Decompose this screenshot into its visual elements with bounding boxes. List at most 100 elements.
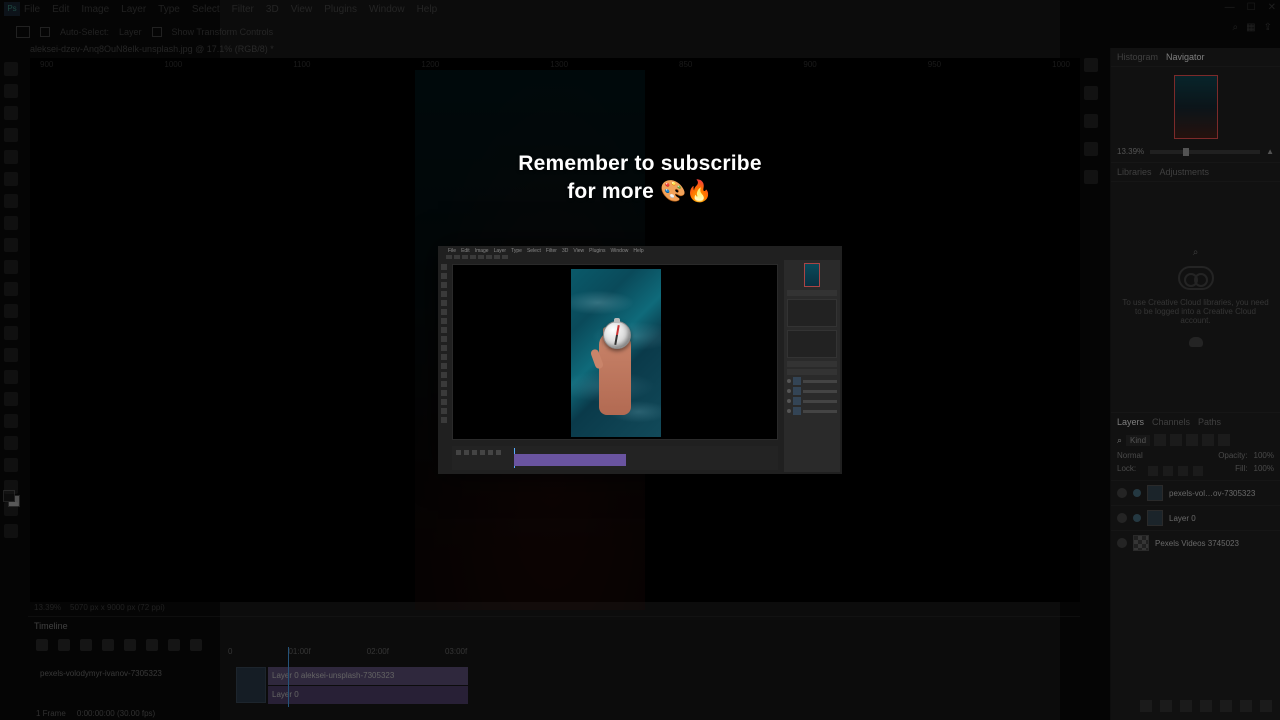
menu-filter[interactable]: Filter [232, 4, 254, 15]
eraser-tool[interactable] [4, 304, 18, 318]
menu-3d[interactable]: 3D [266, 4, 279, 15]
share-icon[interactable]: ⇪ [1264, 22, 1272, 33]
heal-tool[interactable] [4, 216, 18, 230]
foreground-swatch[interactable] [3, 490, 15, 502]
color-panel-icon[interactable] [1084, 58, 1098, 72]
filter-kind[interactable]: Kind [1126, 435, 1150, 446]
blur-tool[interactable] [4, 348, 18, 362]
settings-icon[interactable] [146, 639, 158, 651]
track-label[interactable]: pexels-volodymyr-ivanov-7305323 [36, 667, 1070, 680]
split-icon[interactable] [168, 639, 180, 651]
minimize-icon[interactable]: — [1225, 2, 1235, 13]
timeline-clip[interactable]: Layer 0 [268, 686, 468, 704]
menu-window[interactable]: Window [369, 4, 405, 15]
home-icon[interactable] [16, 26, 30, 38]
document-tab[interactable]: aleksei-dzev-Anq8OuN8elk-unsplash.jpg @ … [30, 44, 274, 54]
adjustment-icon[interactable] [1200, 700, 1212, 712]
edit-toolbar[interactable] [4, 524, 18, 538]
navigator-thumb[interactable] [1174, 75, 1218, 139]
mask-icon[interactable] [1180, 700, 1192, 712]
tab-layers[interactable]: Layers [1117, 417, 1144, 427]
type-tool[interactable] [4, 414, 18, 428]
menu-type[interactable]: Type [158, 4, 180, 15]
filter-pixel-icon[interactable] [1154, 434, 1166, 446]
lasso-tool[interactable] [4, 106, 18, 120]
time-mark: 03:00f [445, 647, 467, 656]
layer-name[interactable]: Layer 0 [1169, 514, 1196, 523]
layer-row[interactable]: Pexels Videos 3745023 [1111, 530, 1280, 555]
new-layer-icon[interactable] [1240, 700, 1252, 712]
tab-channels[interactable]: Channels [1152, 417, 1190, 427]
clip-thumb[interactable] [236, 667, 266, 703]
auto-select-target[interactable]: Layer [119, 27, 142, 37]
path-select-tool[interactable] [4, 436, 18, 450]
play-icon[interactable] [80, 639, 92, 651]
dodge-tool[interactable] [4, 370, 18, 384]
menu-select[interactable]: Select [192, 4, 220, 15]
visibility-icon[interactable] [1117, 488, 1127, 498]
lock-all-icon[interactable] [1193, 466, 1203, 476]
menu-edit[interactable]: Edit [52, 4, 69, 15]
lock-pixels-icon[interactable] [1163, 466, 1173, 476]
fill-value[interactable]: 100% [1254, 464, 1274, 478]
layer-name[interactable]: Pexels Videos 3745023 [1155, 539, 1239, 548]
gradients-panel-icon[interactable] [1084, 114, 1098, 128]
blend-mode[interactable]: Normal [1117, 451, 1143, 460]
auto-select-checkbox[interactable] [40, 27, 50, 37]
link-icon[interactable] [1140, 700, 1152, 712]
maximize-icon[interactable]: ☐ [1247, 2, 1256, 13]
move-tool[interactable] [4, 62, 18, 76]
close-icon[interactable]: ✕ [1268, 2, 1276, 13]
marquee-tool[interactable] [4, 84, 18, 98]
menu-image[interactable]: Image [81, 4, 109, 15]
timeline-clip[interactable]: Layer 0 aleksei-unsplash-7305323 [268, 667, 468, 685]
group-icon[interactable] [1220, 700, 1232, 712]
visibility-icon[interactable] [1117, 538, 1127, 548]
lock-trans-icon[interactable] [1148, 466, 1158, 476]
menu-help[interactable]: Help [417, 4, 438, 15]
transform-checkbox[interactable] [152, 27, 162, 37]
tab-navigator[interactable]: Navigator [1166, 52, 1205, 62]
timeline-ruler[interactable]: 0 01:00f 02:00f 03:00f [228, 647, 1070, 656]
brush-tool[interactable] [4, 238, 18, 252]
workspace-icon[interactable]: ▦ [1246, 22, 1255, 33]
search-icon[interactable]: ⌕ [1233, 22, 1239, 33]
prev-frame-icon[interactable] [58, 639, 70, 651]
layer-row[interactable]: pexels-vol…ov-7305323 [1111, 480, 1280, 505]
opacity-value[interactable]: 100% [1254, 451, 1274, 460]
transition-icon[interactable] [190, 639, 202, 651]
stamp-tool[interactable] [4, 260, 18, 274]
color-swatches[interactable] [3, 490, 21, 508]
go-start-icon[interactable] [36, 639, 48, 651]
video-badge-icon [1133, 489, 1141, 497]
layer-thumb [1147, 485, 1163, 501]
menu-plugins[interactable]: Plugins [324, 4, 357, 15]
menu-layer[interactable]: Layer [121, 4, 146, 15]
playhead[interactable] [288, 647, 289, 707]
pen-tool[interactable] [4, 392, 18, 406]
overlay-line1: Remember to subscribe [0, 150, 1280, 178]
lock-pos-icon[interactable] [1178, 466, 1188, 476]
tab-histogram[interactable]: Histogram [1117, 52, 1158, 62]
mute-icon[interactable] [124, 639, 136, 651]
history-brush-tool[interactable] [4, 282, 18, 296]
layer-row[interactable]: Layer 0 [1111, 505, 1280, 530]
shape-tool[interactable] [4, 458, 18, 472]
fx-icon[interactable] [1160, 700, 1172, 712]
visibility-icon[interactable] [1117, 513, 1127, 523]
filter-type-icon[interactable] [1186, 434, 1198, 446]
layer-name[interactable]: pexels-vol…ov-7305323 [1169, 489, 1255, 498]
menu-view[interactable]: View [291, 4, 313, 15]
trash-icon[interactable] [1260, 700, 1272, 712]
wand-tool[interactable] [4, 128, 18, 142]
swatches-panel-icon[interactable] [1084, 86, 1098, 100]
next-frame-icon[interactable] [102, 639, 114, 651]
tab-paths[interactable]: Paths [1198, 417, 1221, 427]
gradient-tool[interactable] [4, 326, 18, 340]
menu-file[interactable]: File [24, 4, 40, 15]
cloud-icon[interactable] [1189, 337, 1203, 347]
filter-smart-icon[interactable] [1218, 434, 1230, 446]
right-panel-dock: Histogram Navigator 13.39% ▲ Libraries A… [1110, 48, 1280, 720]
filter-adjust-icon[interactable] [1170, 434, 1182, 446]
filter-shape-icon[interactable] [1202, 434, 1214, 446]
